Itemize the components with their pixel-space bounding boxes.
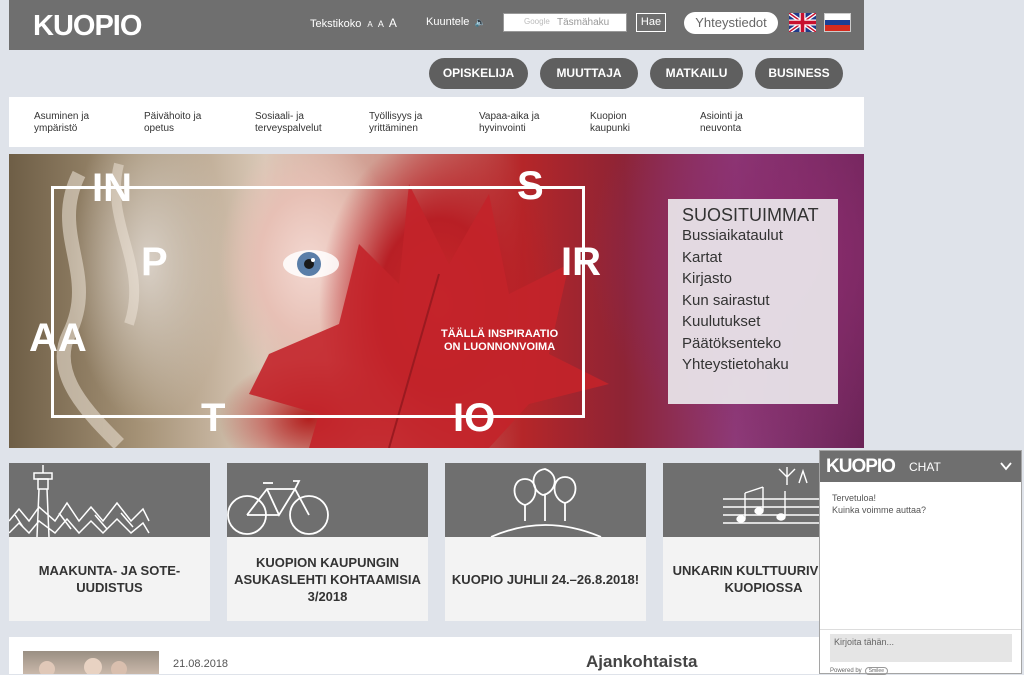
hero-letters-in: IN (92, 166, 132, 210)
chat-widget: KUOPIO CHAT Tervetuloa! Kuinka voimme aut… (819, 450, 1022, 675)
popular-link-bus-schedules[interactable]: Bussiaikataulut (682, 225, 824, 247)
search-input[interactable]: Google Täsmähaku (503, 13, 627, 32)
popular-link-decision-making[interactable]: Päätöksenteko (682, 333, 824, 355)
text-size-label: Tekstikoko (310, 18, 362, 30)
card-image (445, 463, 646, 537)
top-bar: KUOPIO Tekstikoko A A A Kuuntele 🔈 Googl… (9, 0, 864, 50)
card-resident-magazine[interactable]: KUOPION KAUPUNGIN ASUKASLEHTI KOHTAAMISI… (227, 463, 428, 621)
search-placeholder: Täsmähaku (557, 17, 610, 28)
speaker-icon: 🔈 (474, 17, 486, 27)
hero-letters-t: T (201, 396, 226, 440)
chat-greeting: Tervetuloa! Kuinka voimme auttaa? (832, 493, 927, 515)
news-section: 21.08.2018 Ajankohtaista (9, 637, 864, 674)
card-kuopio-celebrates[interactable]: KUOPIO JUHLII 24.–26.8.2018! (445, 463, 646, 621)
audience-button-tourism[interactable]: MATKAILU (650, 58, 743, 89)
popular-link-contact-search[interactable]: Yhteystietohaku (682, 354, 824, 376)
site-logo[interactable]: KUOPIO (33, 10, 142, 43)
contacts-button[interactable]: Yhteystiedot (684, 12, 778, 34)
chat-divider (820, 629, 1021, 630)
hero-frame (51, 186, 585, 418)
main-menu: Asuminen ja ympäristö Päivähoito ja opetus… (9, 97, 864, 147)
menu-item-housing[interactable]: Asuminen ja ympäristö (34, 111, 89, 135)
chevron-down-icon[interactable] (999, 459, 1013, 473)
hero-letters-ir: IR (561, 240, 601, 284)
card-title: KUOPION KAUPUNGIN ASUKASLEHTI KOHTAAMISI… (234, 554, 421, 604)
hero-letters-io: IO (453, 396, 496, 440)
city-skyline-icon (9, 465, 150, 537)
card-image (9, 463, 210, 537)
card-image (227, 463, 428, 537)
popular-links-panel: SUOSITUIMMAT Bussiaikataulut Kartat Kirj… (668, 199, 838, 404)
listen-button[interactable]: Kuuntele 🔈 (426, 16, 486, 28)
chat-title: CHAT (909, 460, 941, 474)
menu-item-employment[interactable]: Työllisyys ja yrittäminen (369, 111, 422, 135)
chat-header[interactable]: KUOPIO CHAT (820, 451, 1021, 482)
text-size-medium-button[interactable]: A (378, 19, 384, 29)
popular-link-library[interactable]: Kirjasto (682, 268, 824, 290)
chat-message-input[interactable]: Kirjoita tähän... (830, 634, 1012, 662)
trees-icon (490, 468, 602, 537)
hero-banner[interactable]: IN S P IR AA T IO TÄÄLLÄ INSPIRAATIO ON L… (9, 154, 864, 448)
bicycle-icon (227, 480, 329, 535)
text-size-large-button[interactable]: A (389, 16, 397, 30)
search-button[interactable]: Hae (636, 13, 666, 32)
hero-letters-s: S (517, 164, 544, 208)
menu-item-social-health[interactable]: Sosiaali- ja terveyspalvelut (255, 111, 322, 135)
card-title: MAAKUNTA- JA SOTE-UUDISTUS (38, 563, 181, 595)
popular-link-sick[interactable]: Kun sairastut (682, 290, 824, 312)
menu-item-services[interactable]: Asiointi ja neuvonta (700, 111, 743, 135)
audience-button-student[interactable]: OPISKELIJA (429, 58, 528, 89)
menu-item-city[interactable]: Kuopion kaupunki (590, 111, 630, 135)
chat-logo: KUOPIO (826, 456, 896, 477)
hero-letters-p: P (141, 240, 168, 284)
news-thumbnail[interactable] (23, 651, 159, 674)
uk-flag-icon[interactable] (789, 13, 816, 32)
card-region-reform[interactable]: MAAKUNTA- JA SOTE-UUDISTUS (9, 463, 210, 621)
card-title: KUOPIO JUHLII 24.–26.8.2018! (451, 571, 640, 587)
hero-slogan: TÄÄLLÄ INSPIRAATIO ON LUONNONVOIMA (441, 328, 559, 353)
listen-label: Kuuntele (426, 16, 470, 28)
audience-button-mover[interactable]: MUUTTAJA (540, 58, 638, 89)
popular-link-announcements[interactable]: Kuulutukset (682, 311, 824, 333)
menu-item-leisure[interactable]: Vapaa-aika ja hyvinvointi (479, 111, 539, 135)
popular-title: SUOSITUIMMAT (682, 205, 819, 225)
popular-link-maps[interactable]: Kartat (682, 247, 824, 269)
text-size-control: Tekstikoko A A A (310, 16, 397, 30)
audience-button-business[interactable]: BUSINESS (755, 58, 843, 89)
text-size-small-button[interactable]: A (367, 20, 372, 29)
news-date: 21.08.2018 (173, 658, 229, 670)
ru-flag-icon[interactable] (824, 13, 851, 32)
menu-item-daycare[interactable]: Päivähoito ja opetus (144, 111, 201, 135)
google-label: Google (524, 17, 550, 26)
news-heading: Ajankohtaista (586, 652, 698, 671)
hero-letters-aa: AA (29, 316, 87, 360)
